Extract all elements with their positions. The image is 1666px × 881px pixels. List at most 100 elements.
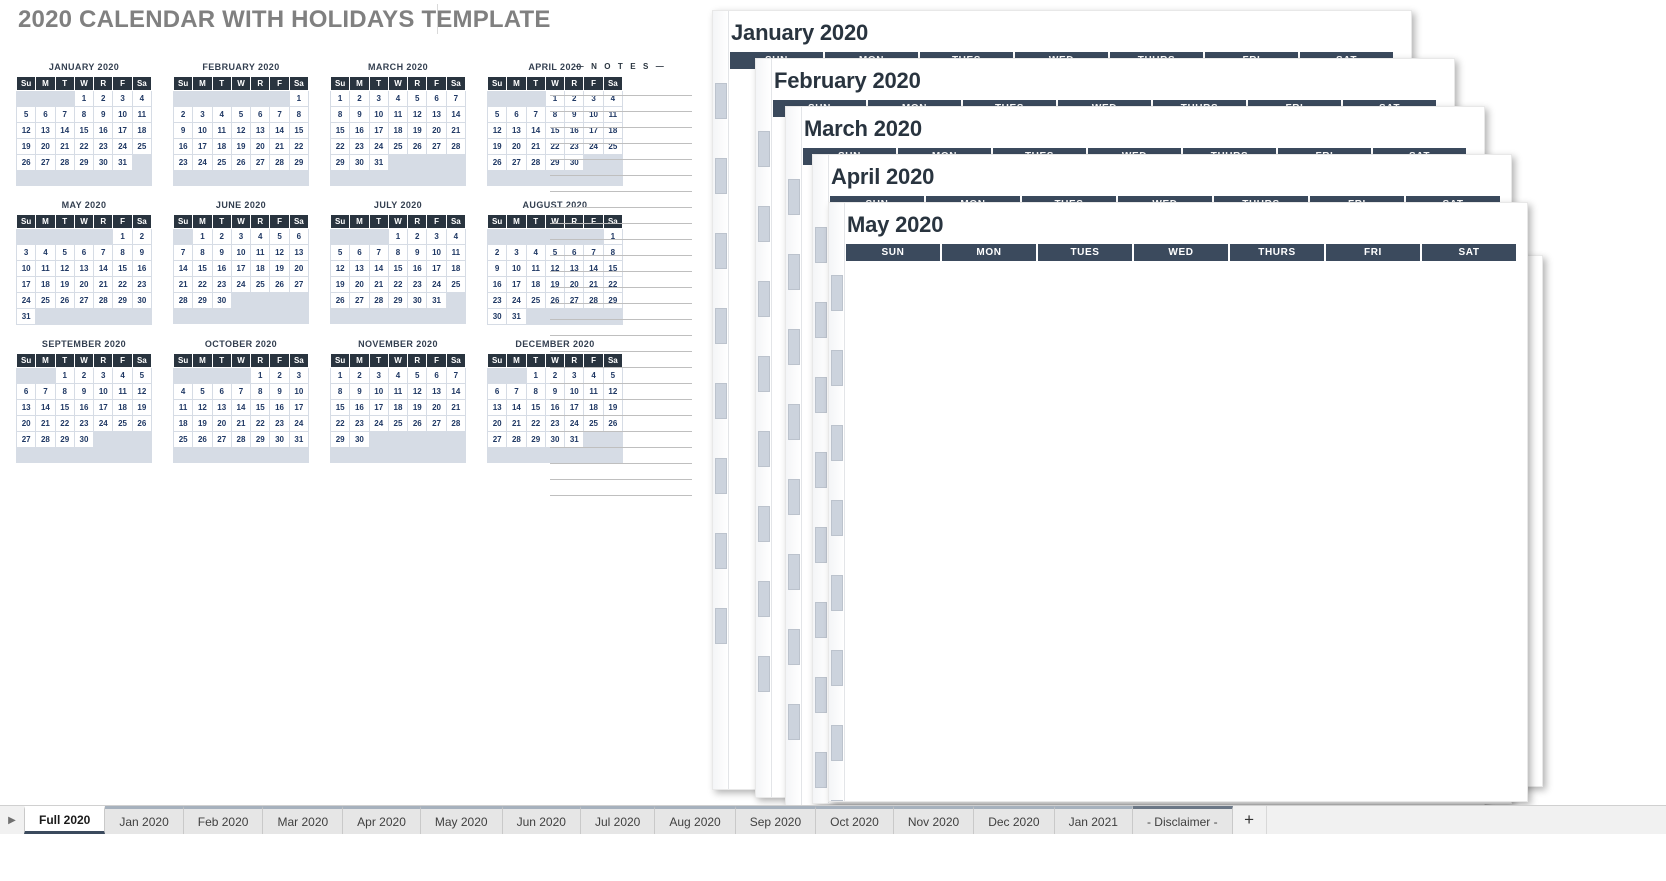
mini-day-cell[interactable]: 11 (172, 399, 194, 416)
mini-day-cell[interactable]: 14 (269, 122, 290, 139)
mini-day-cell[interactable]: 26 (131, 415, 153, 432)
mini-day-cell[interactable]: 8 (525, 383, 546, 400)
mini-day-cell[interactable]: 4 (211, 106, 232, 123)
mini-day-cell[interactable]: 17 (368, 399, 389, 416)
mini-day-cell[interactable]: 6 (288, 228, 310, 245)
mini-day-cell[interactable]: 27 (486, 431, 508, 448)
mini-day-cell[interactable]: 5 (230, 106, 252, 123)
mini-day-cell[interactable]: 3 (192, 106, 213, 123)
notes-line[interactable] (550, 480, 692, 496)
mini-day-cell[interactable]: 15 (192, 260, 213, 277)
mini-day-cell[interactable]: 7 (445, 90, 467, 107)
mini-day-cell[interactable]: 15 (288, 122, 310, 139)
notes-line[interactable] (550, 432, 692, 448)
notes-line[interactable] (550, 448, 692, 464)
mini-day-cell[interactable]: 9 (407, 244, 428, 261)
mini-day-cell[interactable]: 29 (112, 292, 133, 309)
mini-day-cell[interactable]: 29 (329, 431, 351, 448)
mini-day-cell[interactable]: 10 (426, 244, 447, 261)
mini-day-cell[interactable]: 12 (230, 122, 252, 139)
mini-day-cell[interactable]: 27 (288, 276, 310, 293)
mini-day-cell[interactable]: 22 (192, 276, 213, 293)
mini-day-cell[interactable]: 1 (192, 228, 213, 245)
mini-day-cell[interactable]: 12 (486, 122, 508, 139)
mini-day-cell[interactable]: 12 (329, 260, 351, 277)
sheet-tab-jan-2020[interactable]: Jan 2020 (105, 806, 184, 834)
mini-day-cell[interactable]: 25 (387, 415, 409, 432)
mini-day-cell[interactable]: 13 (73, 260, 95, 277)
mini-day-cell[interactable]: 26 (486, 154, 508, 171)
mini-day-cell[interactable]: 28 (445, 415, 467, 432)
mini-day-cell[interactable]: 25 (445, 276, 467, 293)
mini-day-cell[interactable]: 9 (211, 244, 232, 261)
mini-day-cell[interactable]: 15 (73, 122, 95, 139)
mini-day-cell[interactable]: 11 (525, 260, 546, 277)
notes-line[interactable] (550, 336, 692, 352)
mini-day-cell[interactable]: 7 (506, 383, 527, 400)
mini-day-cell[interactable]: 9 (131, 244, 153, 261)
mini-day-cell[interactable]: 29 (329, 154, 351, 171)
mini-day-cell[interactable]: 14 (172, 260, 194, 277)
mini-day-cell[interactable]: 1 (329, 367, 351, 384)
mini-day-cell[interactable]: 7 (35, 383, 56, 400)
mini-day-cell[interactable]: 16 (211, 260, 232, 277)
mini-day-cell[interactable]: 9 (73, 383, 95, 400)
notes-line[interactable] (550, 352, 692, 368)
mini-day-cell[interactable]: 27 (15, 431, 37, 448)
mini-day-cell[interactable]: 6 (349, 244, 370, 261)
mini-day-cell[interactable]: 18 (387, 399, 409, 416)
mini-day-cell[interactable]: 8 (192, 244, 213, 261)
notes-line[interactable] (550, 192, 692, 208)
mini-day-cell[interactable]: 18 (35, 276, 56, 293)
mini-day-cell[interactable]: 6 (506, 106, 527, 123)
mini-day-cell[interactable]: 11 (131, 106, 153, 123)
mini-day-cell[interactable]: 5 (15, 106, 37, 123)
mini-day-cell[interactable]: 3 (230, 228, 252, 245)
mini-day-cell[interactable]: 8 (329, 106, 351, 123)
mini-day-cell[interactable]: 1 (329, 90, 351, 107)
mini-day-cell[interactable]: 2 (93, 90, 114, 107)
mini-day-cell[interactable]: 4 (35, 244, 56, 261)
mini-day-cell[interactable]: 31 (288, 431, 310, 448)
mini-day-cell[interactable]: 26 (15, 154, 37, 171)
mini-day-cell[interactable]: 19 (407, 122, 428, 139)
mini-day-cell[interactable]: 28 (506, 431, 527, 448)
mini-day-cell[interactable]: 12 (407, 106, 428, 123)
mini-day-cell[interactable]: 10 (93, 383, 114, 400)
mini-day-cell[interactable]: 26 (407, 415, 428, 432)
mini-day-cell[interactable]: 21 (506, 415, 527, 432)
mini-day-cell[interactable]: 2 (172, 106, 194, 123)
mini-day-cell[interactable]: 28 (230, 431, 252, 448)
mini-day-cell[interactable]: 13 (288, 244, 310, 261)
mini-day-cell[interactable]: 22 (387, 276, 409, 293)
mini-day-cell[interactable]: 3 (506, 244, 527, 261)
mini-day-cell[interactable]: 20 (73, 276, 95, 293)
mini-day-cell[interactable]: 10 (192, 122, 213, 139)
mini-day-cell[interactable]: 7 (172, 244, 194, 261)
mini-day-cell[interactable]: 9 (93, 106, 114, 123)
mini-day-cell[interactable]: 23 (349, 138, 370, 155)
mini-day-cell[interactable]: 7 (93, 244, 114, 261)
mini-day-cell[interactable]: 1 (525, 367, 546, 384)
mini-day-cell[interactable]: 21 (269, 138, 290, 155)
mini-day-cell[interactable]: 3 (288, 367, 310, 384)
sheet-tab-disclaimer[interactable]: - Disclaimer - (1132, 806, 1233, 834)
mini-day-cell[interactable]: 28 (269, 154, 290, 171)
mini-day-cell[interactable]: 16 (269, 399, 290, 416)
mini-day-cell[interactable]: 17 (288, 399, 310, 416)
mini-day-cell[interactable]: 11 (35, 260, 56, 277)
mini-day-cell[interactable]: 14 (368, 260, 389, 277)
mini-day-cell[interactable]: 17 (112, 122, 133, 139)
mini-day-cell[interactable]: 23 (407, 276, 428, 293)
mini-day-cell[interactable]: 27 (73, 292, 95, 309)
mini-day-cell[interactable]: 29 (250, 431, 271, 448)
mini-day-cell[interactable]: 23 (211, 276, 232, 293)
mini-day-cell[interactable]: 24 (288, 415, 310, 432)
mini-day-cell[interactable]: 14 (525, 122, 546, 139)
mini-day-cell[interactable]: 6 (426, 90, 447, 107)
mini-day-cell[interactable]: 1 (387, 228, 409, 245)
mini-day-cell[interactable]: 26 (192, 431, 213, 448)
mini-day-cell[interactable]: 24 (506, 292, 527, 309)
mini-month-table[interactable]: Su M T W R F Sa 1 2 3 4 5 6 7 8 9 10 11 12 13 14 15 16 17 18 19 20… (172, 76, 310, 186)
mini-day-cell[interactable]: 20 (35, 138, 56, 155)
